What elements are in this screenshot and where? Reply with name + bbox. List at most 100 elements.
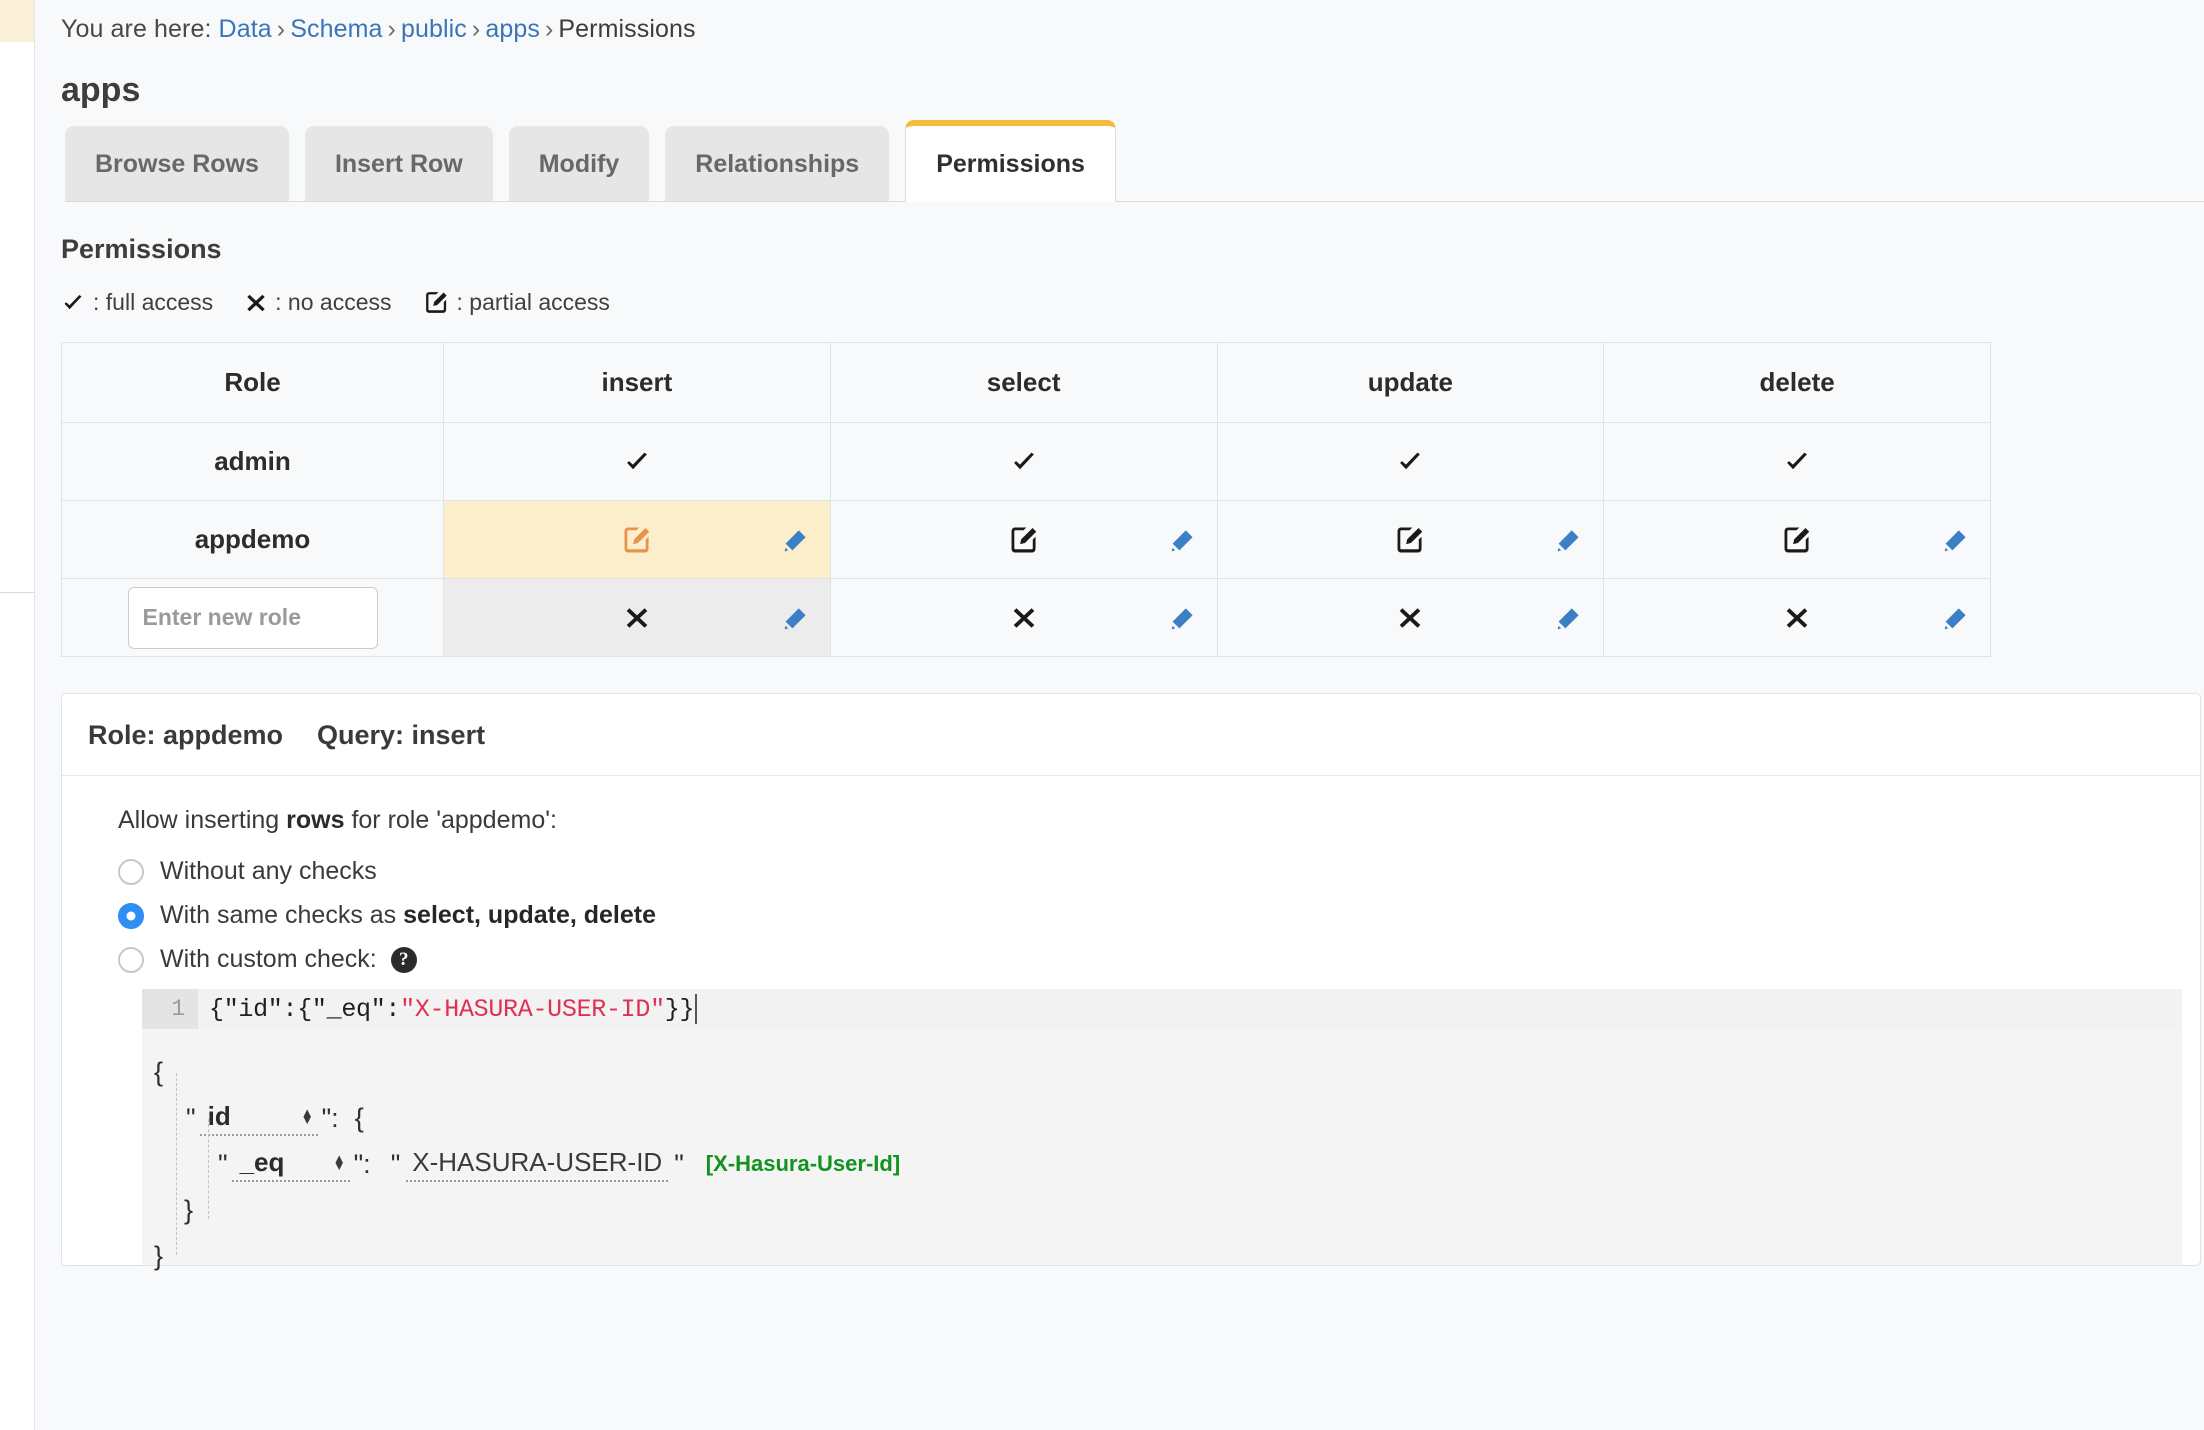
edit-pencil-icon[interactable] [1944, 528, 1968, 552]
json-operator-selector-eq[interactable]: _eq ▲ ▼ [231, 1146, 350, 1182]
perm-cell-newrole-update[interactable] [1216, 578, 1605, 657]
tab-modify[interactable]: Modify [508, 126, 650, 202]
perm-cell-admin-delete[interactable] [1603, 422, 1991, 501]
perm-cell-newrole-delete[interactable] [1603, 578, 1991, 657]
json-session-variable-hint: [X-Hasura-User-Id] [705, 1151, 901, 1176]
edit-pencil-icon[interactable] [1557, 606, 1581, 630]
allow-text-prefix: Allow inserting [118, 806, 287, 834]
edit-square-icon [1009, 525, 1039, 555]
tab-insert-row[interactable]: Insert Row [304, 126, 493, 202]
editor-header: Role: appdemo Query: insert [62, 694, 2200, 776]
perm-cell-newrole-select[interactable] [829, 578, 1218, 657]
perm-cell-admin-update[interactable] [1216, 422, 1605, 501]
edit-pencil-icon[interactable] [1171, 606, 1195, 630]
json-value-input[interactable]: X-HASURA-USER-ID [406, 1147, 669, 1182]
spinner-icon[interactable]: ▲ ▼ [333, 1152, 346, 1172]
json-key-selector-id[interactable]: id ▲ ▼ [199, 1100, 318, 1136]
cross-icon [624, 605, 650, 631]
radio-button-custom-check[interactable] [118, 946, 144, 973]
page-root: You are here: Data › Schema › public › apps › Pe… [0, 0, 2204, 1430]
perm-cell-appdemo-delete[interactable] [1603, 500, 1991, 579]
check-icon [623, 448, 651, 476]
json-builder-open-brace: { [154, 1049, 2182, 1095]
perm-cell-appdemo-select[interactable] [829, 500, 1218, 579]
perm-cell-appdemo-update[interactable] [1216, 500, 1605, 579]
page-title: apps [61, 71, 141, 109]
code-suffix: }} [664, 994, 695, 1024]
breadcrumb-link-public[interactable]: public [401, 15, 467, 43]
json-open-brace: { [154, 1056, 164, 1087]
radio-option-same-checks[interactable]: With same checks as select, update, dele… [118, 901, 2200, 930]
json-inner-close-brace: } [184, 1194, 194, 1225]
breadcrumb-separator: › [471, 15, 481, 43]
perm-cell-admin-select[interactable] [829, 422, 1218, 501]
radio-label-same-checks-text: With same checks as [160, 901, 404, 929]
code-content[interactable]: {"id":{"_eq": "X-HASURA-USER-ID"}} [198, 989, 2182, 1029]
radio-button-same-checks[interactable] [118, 902, 144, 929]
breadcrumb-link-apps[interactable]: apps [485, 15, 540, 43]
tab-permissions[interactable]: Permissions [905, 120, 1116, 202]
json-outer-close-brace: } [154, 1240, 164, 1271]
code-line-1[interactable]: 1 {"id":{"_eq": "X-HASURA-USER-ID"}} [142, 989, 2182, 1029]
edit-pencil-icon[interactable] [784, 606, 808, 630]
code-string-literal: "X-HASURA-USER-ID" [400, 994, 665, 1024]
table-header-row: Role insert select update delete [61, 342, 1991, 423]
radio-option-custom-check[interactable]: With custom check: ? [118, 945, 2200, 974]
json-builder: { " id ▲ ▼ ": {" _eq ▲ ▼ ": " X-HASURA-… [142, 1029, 2182, 1271]
json-quote: " [186, 1102, 196, 1133]
perm-cell-newrole-insert[interactable] [443, 578, 831, 657]
radio-option-without-checks[interactable]: Without any checks [118, 857, 2200, 886]
column-header-update: update [1216, 342, 1605, 423]
edit-pencil-icon[interactable] [1557, 528, 1581, 552]
json-quote: " [390, 1148, 401, 1179]
table-row: admin [61, 422, 1991, 501]
editor-header-role: Role: appdemo [88, 720, 284, 750]
code-prefix: {"id":{"_eq": [209, 994, 401, 1024]
help-circle-icon[interactable]: ? [390, 946, 417, 973]
edit-square-icon [1782, 525, 1812, 555]
tab-browse-rows[interactable]: Browse Rows [65, 126, 289, 202]
breadcrumb-link-data[interactable]: Data [219, 15, 272, 43]
allow-description: Allow inserting rows for role 'appdemo': [118, 806, 2200, 835]
cross-icon [1784, 605, 1810, 631]
breadcrumb-link-schema[interactable]: Schema [290, 15, 382, 43]
tab-relationships[interactable]: Relationships [665, 126, 890, 202]
new-role-input[interactable] [127, 586, 378, 649]
legend-no-access-label: : no access [275, 289, 392, 315]
cross-icon [1011, 605, 1037, 631]
perm-cell-admin-insert[interactable] [443, 422, 831, 501]
spinner-down-icon[interactable]: ▼ [333, 1159, 346, 1172]
cross-icon [1397, 605, 1423, 631]
permissions-legend: : full access : no access : partial acce… [35, 265, 2204, 316]
json-operator-eq-label: _eq [239, 1146, 285, 1177]
legend-full-access: : full access [61, 289, 213, 316]
code-gutter-line-number: 1 [142, 989, 198, 1029]
column-header-insert: insert [443, 342, 831, 423]
legend-full-access-label: : full access [93, 289, 214, 315]
check-icon [1783, 448, 1811, 476]
custom-check-code-editor[interactable]: 1 {"id":{"_eq": "X-HASURA-USER-ID"}} {"… [142, 989, 2182, 1271]
table-row: appdemo [61, 500, 1991, 579]
edit-pencil-icon[interactable] [784, 528, 808, 552]
edit-pencil-icon[interactable] [1944, 606, 1968, 630]
editor-body: Allow inserting rows for role 'appdemo':… [62, 776, 2200, 1271]
json-key-id-colon: ": [321, 1102, 339, 1133]
legend-partial-access: : partial access [424, 289, 610, 316]
spinner-icon[interactable]: ▲ ▼ [301, 1106, 314, 1126]
radio-label-same-checks-bold: select, update, delete [403, 901, 657, 929]
spinner-down-icon[interactable]: ▼ [301, 1113, 314, 1126]
json-quote: " [218, 1148, 228, 1179]
perm-cell-appdemo-insert[interactable] [443, 500, 831, 579]
edit-pencil-icon[interactable] [1171, 528, 1195, 552]
radio-button-without-checks[interactable] [118, 858, 144, 885]
editor-header-query: Query: insert [317, 720, 486, 750]
check-icon [1396, 448, 1424, 476]
permissions-pane: Permissions : full access : no access: … [35, 202, 2204, 1271]
role-name-admin: admin [61, 422, 444, 501]
check-icon [61, 291, 85, 315]
json-key-id-label: id [207, 1100, 231, 1131]
permission-editor-panel: Role: appdemo Query: insert Allow insert… [61, 693, 2201, 1271]
breadcrumb: You are here: Data › Schema › public › apps › Pe… [35, 0, 2204, 44]
json-builder-guide-2 [208, 1119, 209, 1219]
permissions-table: Role insert select update delete admin a… [61, 342, 1991, 657]
